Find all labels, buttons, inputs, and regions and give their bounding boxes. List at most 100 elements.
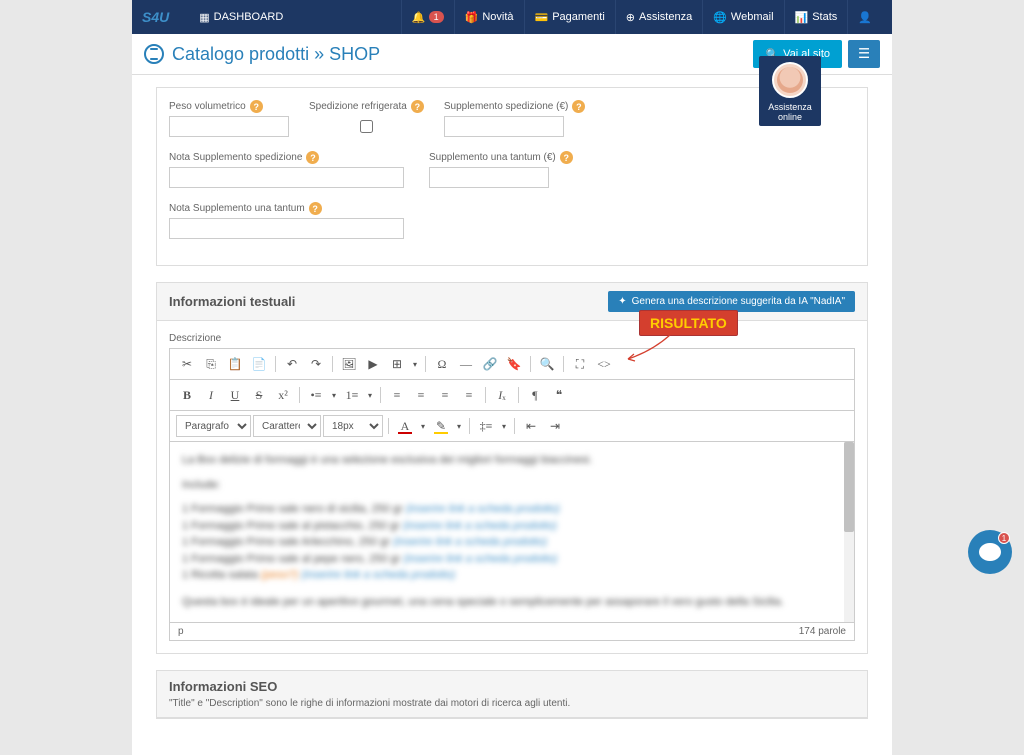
nav-webmail[interactable]: 🌐 Webmail [702, 0, 783, 34]
refrigerata-checkbox[interactable] [309, 120, 424, 133]
field-supplemento: Supplemento spedizione (€)? [444, 100, 586, 137]
cut-button[interactable]: ✂ [176, 353, 198, 375]
separator [514, 418, 515, 434]
help-icon[interactable]: ? [411, 100, 424, 113]
media-button[interactable]: ▶ [362, 353, 384, 375]
una-tantum-input[interactable] [429, 167, 549, 188]
line-height-button[interactable]: ‡≡ [475, 415, 497, 437]
chat-icon [979, 543, 1001, 561]
bookmark-button[interactable]: 🔖 [503, 353, 525, 375]
help-icon[interactable]: ? [309, 202, 322, 215]
help-icon[interactable]: ? [306, 151, 319, 164]
seo-title: Informazioni SEO [169, 679, 277, 694]
separator [530, 356, 531, 372]
field-refrigerata: Spedizione refrigerata? [309, 100, 424, 137]
editor-content[interactable]: La Box delizie di formaggi è una selezio… [170, 442, 854, 622]
indent-button[interactable]: ⇥ [544, 415, 566, 437]
bullet-list-button[interactable]: •≡ [305, 384, 327, 406]
fullscreen-button[interactable]: ⛶ [569, 353, 591, 375]
peso-input[interactable] [169, 116, 289, 137]
nota-tantum-label: Nota Supplemento una tantum [169, 203, 305, 214]
page-title-text: Catalogo prodotti » SHOP [172, 44, 380, 65]
assistance-label-1: Assistenza [763, 102, 817, 112]
nota-supp-label: Nota Supplemento spedizione [169, 152, 302, 163]
align-right-button[interactable]: ≡ [434, 384, 456, 406]
generate-ai-description-button[interactable]: ✦ Genera una descrizione suggerita da IA… [608, 291, 855, 312]
chevron-down-icon[interactable]: ▾ [365, 384, 375, 406]
font-family-select[interactable]: Carattere di si... [253, 415, 321, 437]
chevron-down-icon[interactable]: ▾ [329, 384, 339, 406]
bg-color-button[interactable]: ✎ [430, 415, 452, 437]
seo-panel: Informazioni SEO "Title" e "Description"… [156, 670, 868, 719]
supplemento-input[interactable] [444, 116, 564, 137]
assistance-widget[interactable]: Assistenza online [759, 56, 821, 126]
separator [469, 418, 470, 434]
seo-subtitle: "Title" e "Description" sono le righe di… [169, 698, 570, 709]
image-button[interactable]: 🖼 [338, 353, 360, 375]
nota-tantum-input[interactable] [169, 218, 404, 239]
menu-button[interactable]: ☰ [848, 40, 880, 68]
chevron-down-icon[interactable]: ▾ [418, 415, 428, 437]
chevron-down-icon[interactable]: ▾ [410, 353, 420, 375]
strikethrough-button[interactable]: S [248, 384, 270, 406]
table-button[interactable]: ⊞ [386, 353, 408, 375]
undo-button[interactable]: ↶ [281, 353, 303, 375]
clear-format-button[interactable]: Iₓ [491, 384, 513, 406]
nav-dashboard[interactable]: ▦ DASHBOARD [189, 0, 293, 34]
paste-button[interactable]: 📋 [224, 353, 246, 375]
assistance-label-2: online [763, 112, 817, 122]
numbered-list-button[interactable]: 1≡ [341, 384, 363, 406]
help-icon[interactable]: ? [250, 100, 263, 113]
outdent-button[interactable]: ⇤ [520, 415, 542, 437]
nav-assistenza[interactable]: ⊕ Assistenza [615, 0, 702, 34]
field-peso-volumetrico: Peso volumetrico? [169, 100, 289, 137]
link-button[interactable]: 🔗 [479, 353, 501, 375]
align-justify-button[interactable]: ≡ [458, 384, 480, 406]
source-code-button[interactable]: <> [593, 353, 615, 375]
editor-content-wrap: La Box delizie di formaggi è una selezio… [170, 442, 854, 622]
editor-toolbar-3: Paragrafo Carattere di si... 18px A▾ ✎▾ … [170, 411, 854, 442]
una-tantum-label: Supplemento una tantum (€) [429, 152, 556, 163]
paragraph-select[interactable]: Paragrafo [176, 415, 251, 437]
hr-button[interactable]: — [455, 353, 477, 375]
help-icon[interactable]: ? [560, 151, 573, 164]
sparkle-icon: ✦ [618, 296, 626, 307]
catalog-icon [144, 44, 164, 64]
supplemento-label: Supplemento spedizione (€) [444, 101, 569, 112]
menu-icon: ☰ [858, 46, 870, 61]
nav-assistenza-label: Assistenza [639, 11, 692, 23]
result-annotation: RISULTATO [639, 310, 738, 336]
font-size-select[interactable]: 18px [323, 415, 383, 437]
page-title: Catalogo prodotti » SHOP [144, 44, 380, 65]
nav-novita-label: Novità [482, 11, 513, 23]
special-char-button[interactable]: Ω [431, 353, 453, 375]
chevron-down-icon[interactable]: ▾ [454, 415, 464, 437]
blockquote-button[interactable]: ❝ [548, 384, 570, 406]
scrollbar-thumb[interactable] [844, 442, 854, 532]
align-center-button[interactable]: ≡ [410, 384, 432, 406]
nav-notifications[interactable]: 🔔 1 [401, 0, 454, 34]
underline-button[interactable]: U [224, 384, 246, 406]
chevron-down-icon[interactable]: ▾ [499, 415, 509, 437]
nav-pagamenti-label: Pagamenti [552, 11, 605, 23]
nav-novita[interactable]: 🎁 Novità [454, 0, 524, 34]
find-button[interactable]: 🔍 [536, 353, 558, 375]
superscript-button[interactable]: x² [272, 384, 294, 406]
redo-button[interactable]: ↷ [305, 353, 327, 375]
paste-text-button[interactable]: 📄 [248, 353, 270, 375]
bold-button[interactable]: B [176, 384, 198, 406]
help-icon[interactable]: ? [572, 100, 585, 113]
nav-user[interactable]: 👤 [847, 0, 882, 34]
scrollbar-track[interactable] [844, 442, 854, 622]
show-blocks-button[interactable]: ¶ [524, 384, 546, 406]
chat-bubble[interactable]: 1 [968, 530, 1012, 574]
nota-supp-input[interactable] [169, 167, 404, 188]
align-left-button[interactable]: ≡ [386, 384, 408, 406]
copy-button[interactable]: ⎘ [200, 353, 222, 375]
separator [380, 387, 381, 403]
italic-button[interactable]: I [200, 384, 222, 406]
nav-dashboard-label: DASHBOARD [214, 11, 284, 23]
text-color-button[interactable]: A [394, 415, 416, 437]
nav-stats[interactable]: 📊 Stats [784, 0, 848, 34]
nav-pagamenti[interactable]: 💳 Pagamenti [524, 0, 615, 34]
